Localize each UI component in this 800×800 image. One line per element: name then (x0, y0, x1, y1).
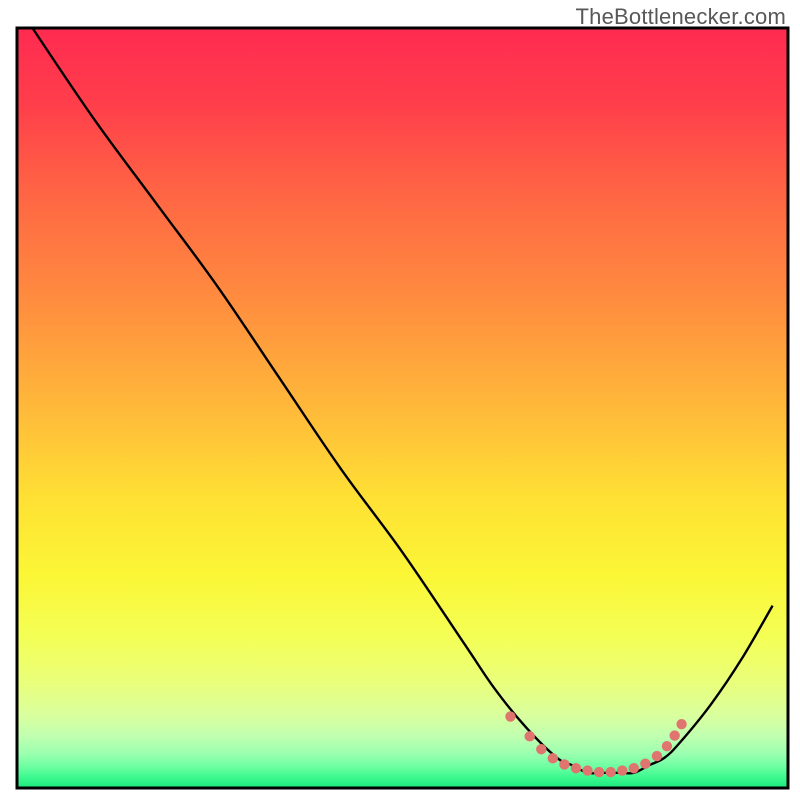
optimal-dot (640, 758, 650, 768)
optimal-dot (536, 744, 546, 754)
optimal-dot (505, 711, 515, 721)
optimal-dot (548, 753, 558, 763)
optimal-dot (662, 741, 672, 751)
optimal-dot (525, 731, 535, 741)
optimal-dot (629, 763, 639, 773)
optimal-dot (559, 759, 569, 769)
optimal-dot (652, 751, 662, 761)
bottleneck-chart (0, 0, 800, 800)
optimal-dot (594, 767, 604, 777)
optimal-dot (676, 719, 686, 729)
optimal-dot (617, 765, 627, 775)
optimal-dot (571, 763, 581, 773)
optimal-dot (669, 730, 679, 740)
watermark-text: TheBottlenecker.com (576, 4, 786, 30)
optimal-dot (605, 767, 615, 777)
optimal-dot (582, 765, 592, 775)
gradient-background (17, 28, 788, 788)
chart-container: TheBottlenecker.com (0, 0, 800, 800)
